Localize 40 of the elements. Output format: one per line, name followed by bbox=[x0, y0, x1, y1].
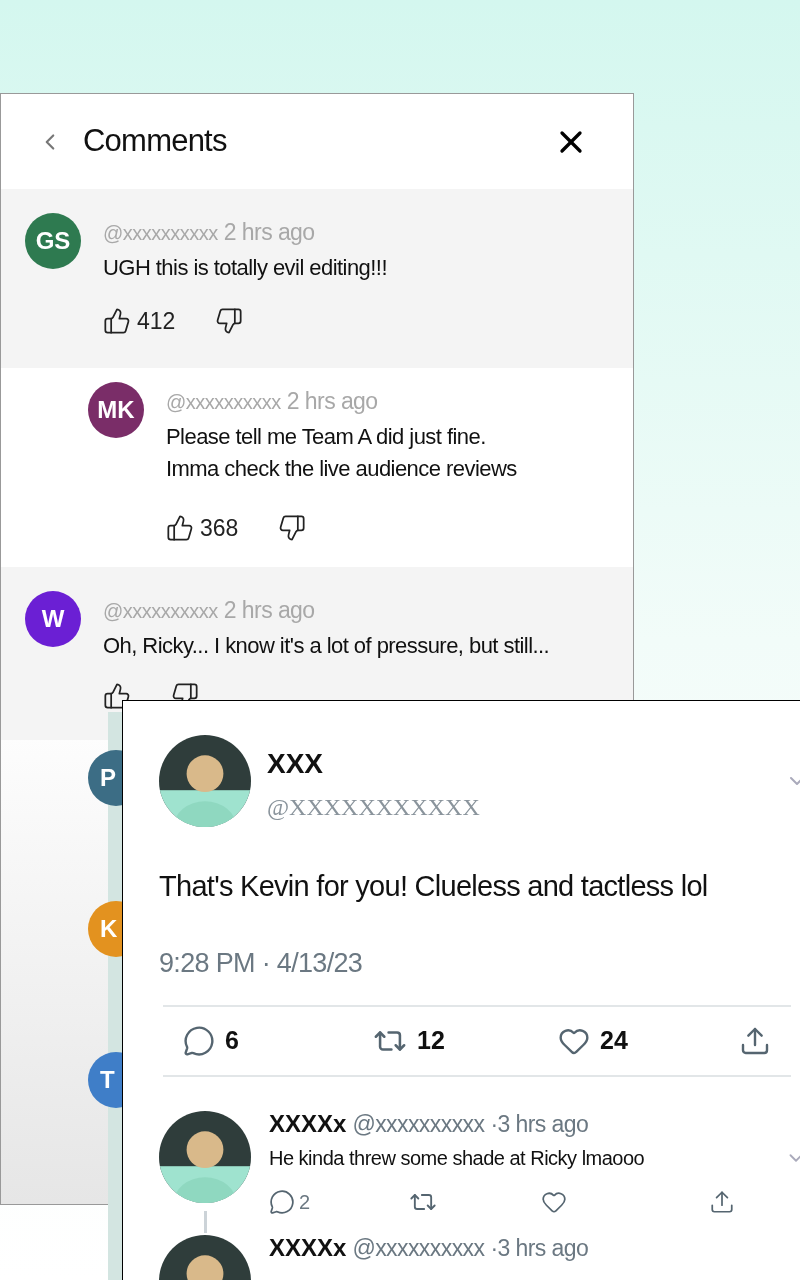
reply-time: ·3 hrs ago bbox=[490, 1235, 589, 1261]
share-icon[interactable] bbox=[739, 1025, 771, 1057]
reply-author-name: XXXXx bbox=[269, 1235, 347, 1261]
reply-count: 6 bbox=[225, 1025, 239, 1057]
comment-handle: @xxxxxxxxxx bbox=[103, 599, 218, 624]
reply-author-handle: @xxxxxxxxxx bbox=[352, 1111, 485, 1137]
reply-count: 2 bbox=[299, 1190, 311, 1215]
tweet-text: That's Kevin for you! Clueless and tactless lol bbox=[159, 869, 709, 904]
thumbs-down-icon[interactable] bbox=[215, 306, 244, 335]
thumbs-down-icon[interactable] bbox=[278, 513, 307, 542]
comment-handle: @xxxxxxxxxx bbox=[166, 390, 281, 415]
panel-title: Comments bbox=[83, 122, 227, 161]
reply-author-handle: @xxxxxxxxxx bbox=[352, 1235, 485, 1261]
reply-author-name: XXXXx bbox=[269, 1111, 347, 1137]
reply-time: ·3 hrs ago bbox=[490, 1111, 589, 1137]
reply-icon[interactable] bbox=[269, 1189, 295, 1215]
tweet-timestamp: 9:28 PM · 4/13/23 bbox=[159, 946, 364, 980]
author-name: XXX bbox=[267, 747, 325, 781]
heart-icon[interactable] bbox=[541, 1189, 567, 1215]
thumbs-up-icon[interactable] bbox=[103, 681, 131, 710]
avatar: W bbox=[25, 591, 81, 647]
comment-text: Oh, Ricky... I know it's a lot of pressure, but still... bbox=[103, 631, 550, 660]
retweet-count: 12 bbox=[417, 1025, 445, 1057]
share-icon[interactable] bbox=[709, 1189, 735, 1215]
author-handle: @XXXXXXXXXXX bbox=[267, 793, 480, 822]
thumbs-up-icon[interactable] bbox=[166, 513, 194, 542]
comment-text: UGH this is totally evil editing!!! bbox=[103, 253, 387, 282]
reply-text: He kinda threw some shade at Ricky lmaooo bbox=[269, 1146, 645, 1171]
thumbs-up-icon[interactable] bbox=[103, 306, 131, 335]
avatar: GS bbox=[25, 213, 81, 269]
avatar: MK bbox=[88, 382, 144, 438]
like-count: 24 bbox=[600, 1025, 628, 1057]
comment-time: 2 hrs ago bbox=[223, 596, 315, 625]
comment-time: 2 hrs ago bbox=[286, 387, 378, 416]
like-count: 368 bbox=[200, 513, 239, 543]
comment-text: Please tell me Team A did just fine. Imma check the live audience reviews bbox=[166, 422, 517, 483]
comment-handle: @xxxxxxxxxx bbox=[103, 221, 218, 246]
comment-time: 2 hrs ago bbox=[223, 218, 315, 247]
reply-icon[interactable] bbox=[183, 1025, 215, 1057]
like-count: 412 bbox=[137, 306, 176, 336]
